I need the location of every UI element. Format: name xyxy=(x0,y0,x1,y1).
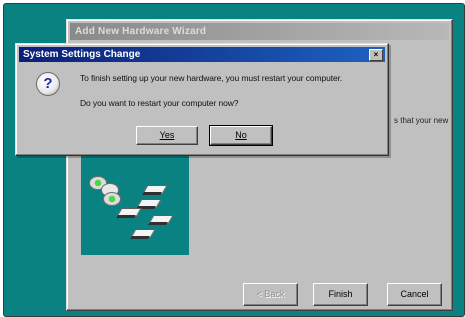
no-button-label: No xyxy=(235,130,247,140)
finish-button[interactable]: Finish xyxy=(313,283,368,306)
close-icon[interactable]: × xyxy=(369,49,383,61)
dialog-titlebar: System Settings Change × xyxy=(19,47,385,62)
wizard-titlebar: Add New Hardware Wizard xyxy=(70,23,449,40)
question-icon: ? xyxy=(36,72,60,96)
no-button[interactable]: No xyxy=(209,125,273,146)
hardware-device-icon xyxy=(130,229,156,240)
hardware-device-icon xyxy=(136,199,162,210)
hardware-device-icon xyxy=(148,215,174,226)
cancel-button[interactable]: Cancel xyxy=(387,283,442,306)
dialog-message-line2: Do you want to restart your computer now… xyxy=(80,98,239,108)
yes-button-label: Yes xyxy=(159,130,175,140)
desktop: Add New Hardware Wizard s that your new … xyxy=(3,3,465,317)
dialog-title: System Settings Change xyxy=(23,49,141,60)
back-button[interactable]: < Back xyxy=(243,283,298,306)
cd-disc-icon xyxy=(103,192,121,206)
system-settings-change-dialog: System Settings Change × ? To finish set… xyxy=(15,43,389,156)
hardware-device-icon xyxy=(116,208,142,219)
dialog-message-line1: To finish setting up your new hardware, … xyxy=(80,73,343,83)
hardware-illustration xyxy=(81,143,189,255)
hardware-device-icon xyxy=(142,185,168,196)
wizard-body-text: s that your new xyxy=(394,116,449,125)
wizard-title: Add New Hardware Wizard xyxy=(75,26,207,37)
yes-button[interactable]: Yes xyxy=(136,126,198,145)
